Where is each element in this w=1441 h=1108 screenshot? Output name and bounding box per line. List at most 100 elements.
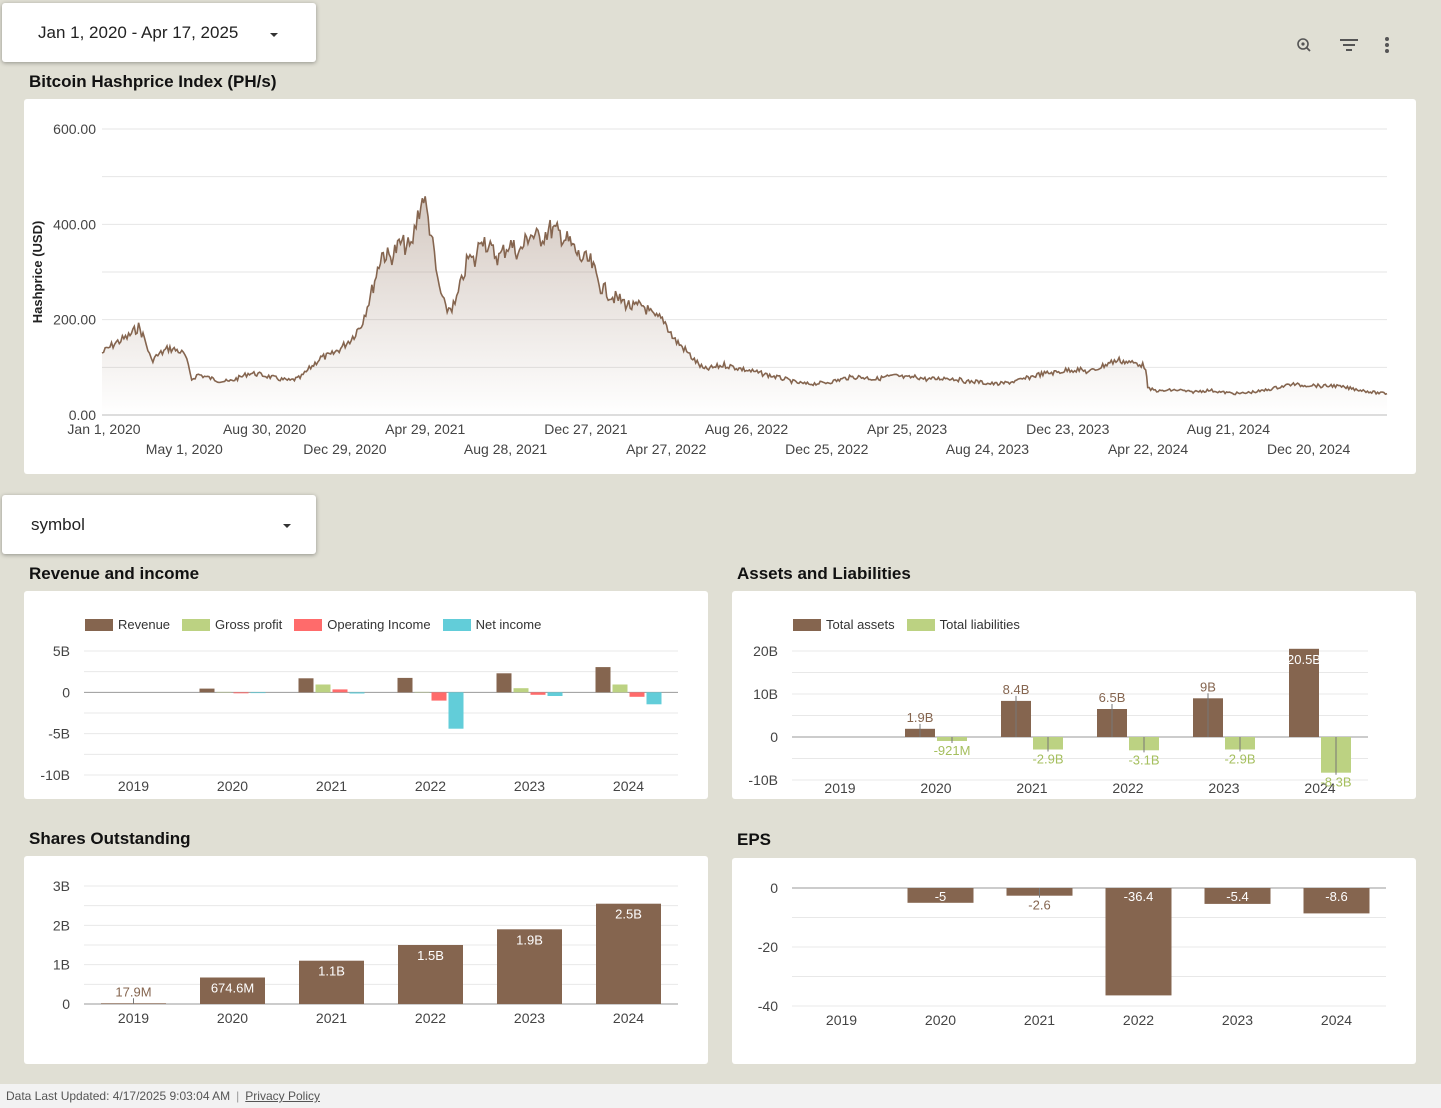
eps-chart: 0 -20 -40 2019 2020 2021 2022 2023 2024 -5 -2.6 -36… bbox=[758, 880, 1386, 1028]
x-tick-label: 2020 bbox=[217, 1010, 248, 1026]
data-label: -5.4 bbox=[1226, 889, 1248, 904]
data-label: 674.6M bbox=[211, 980, 254, 995]
x-tick-label: 2019 bbox=[824, 780, 855, 796]
chevron-down-icon bbox=[283, 524, 291, 528]
bar bbox=[233, 692, 249, 694]
data-label: 1.9B bbox=[516, 932, 543, 947]
hashprice-series-line bbox=[101, 196, 1388, 396]
x-tick-label: 2023 bbox=[1208, 780, 1239, 796]
symbol-filter-label: symbol bbox=[31, 515, 85, 534]
bar bbox=[315, 684, 331, 693]
bar bbox=[298, 678, 314, 693]
bar bbox=[496, 673, 512, 693]
bar bbox=[595, 667, 611, 693]
hashprice-card: 0.00 200.00 400.00 600.00 Hashprice (USD) Jan… bbox=[24, 99, 1416, 474]
legend-item-total-assets: Total assets bbox=[793, 617, 895, 632]
x-tick-label: 2021 bbox=[316, 778, 347, 794]
data-label: -2.6 bbox=[1028, 898, 1050, 913]
shares-title: Shares Outstanding bbox=[29, 829, 191, 848]
data-label: -8.3B bbox=[1320, 775, 1351, 790]
assets-card: 20B 10B 0 -10B 2019 2020 2021 2022 2023 2024 1.9B 8… bbox=[732, 591, 1416, 799]
y-tick-label: 1B bbox=[53, 957, 70, 973]
legend-item-total-liabilities: Total liabilities bbox=[906, 617, 1020, 632]
data-label: 1.9B bbox=[907, 710, 934, 725]
assets-title: Assets and Liabilities bbox=[737, 564, 911, 583]
bar bbox=[530, 692, 546, 695]
x-tick-label: 2019 bbox=[826, 1012, 857, 1028]
x-tick-label: 2020 bbox=[925, 1012, 956, 1028]
x-tick-label: 2023 bbox=[514, 1010, 545, 1026]
x-tick-label: Dec 20, 2024 bbox=[1267, 441, 1350, 457]
footer: Data Last Updated: 4/17/2025 9:03:04 AM … bbox=[0, 1084, 1441, 1108]
x-tick-label: 2022 bbox=[415, 778, 446, 794]
x-tick-label: Apr 22, 2024 bbox=[1108, 441, 1188, 457]
bar bbox=[612, 684, 628, 693]
bar bbox=[629, 692, 645, 697]
legend-item-operating-income: Operating Income bbox=[294, 617, 431, 632]
data-label: 8.4B bbox=[1003, 682, 1030, 697]
hashprice-title: Bitcoin Hashprice Index (PH/s) bbox=[29, 72, 277, 91]
x-tick-label: 2021 bbox=[316, 1010, 347, 1026]
y-tick-label: 0 bbox=[62, 684, 70, 700]
data-label: 17.9M bbox=[115, 984, 151, 999]
chevron-down-icon bbox=[270, 33, 278, 37]
bar bbox=[349, 692, 365, 694]
privacy-policy-link[interactable]: Privacy Policy bbox=[245, 1089, 320, 1103]
bar bbox=[250, 692, 266, 694]
legend-item-revenue: Revenue bbox=[85, 617, 170, 632]
bar bbox=[547, 692, 563, 696]
last-updated: Data Last Updated: 4/17/2025 9:03:04 AM bbox=[6, 1089, 231, 1103]
data-label: 1.5B bbox=[417, 948, 444, 963]
y-axis-title: Hashprice (USD) bbox=[30, 221, 45, 324]
y-tick-label: 0 bbox=[770, 729, 778, 745]
data-label: -5 bbox=[935, 889, 947, 904]
x-tick-label: Apr 27, 2022 bbox=[626, 441, 706, 457]
x-tick-label: 2023 bbox=[1222, 1012, 1253, 1028]
footer-separator: | bbox=[236, 1089, 240, 1103]
x-tick-label: Dec 25, 2022 bbox=[785, 441, 868, 457]
legend-item-net-income: Net income bbox=[442, 617, 541, 632]
shares-chart: 3B 2B 1B 0 2019 2020 2021 2022 2023 2024 17.9M 674.… bbox=[53, 878, 678, 1026]
date-range-picker[interactable]: Jan 1, 2020 - Apr 17, 2025 bbox=[2, 3, 316, 62]
x-tick-label: Aug 21, 2024 bbox=[1187, 421, 1271, 437]
x-tick-label: Dec 23, 2023 bbox=[1026, 421, 1109, 437]
hashprice-chart: 0.00200.00400.00600.00Hashprice (USD)Jan… bbox=[30, 121, 1388, 457]
x-tick-label: Apr 25, 2023 bbox=[867, 421, 947, 437]
legend-item-gross-profit: Gross profit bbox=[182, 617, 282, 632]
x-tick-label: 2020 bbox=[217, 778, 248, 794]
x-tick-label: Aug 24, 2023 bbox=[946, 441, 1030, 457]
filter-icon[interactable] bbox=[1338, 34, 1360, 56]
data-label: 9B bbox=[1200, 679, 1216, 694]
y-tick-label: -10B bbox=[40, 767, 70, 783]
bar bbox=[397, 677, 413, 693]
x-tick-label: 2024 bbox=[613, 778, 644, 794]
bar bbox=[1105, 888, 1172, 996]
x-tick-label: Dec 29, 2020 bbox=[303, 441, 386, 457]
revenue-card: 5B 0 -5B -10B 2019 2020 2021 2022 2023 2024 Reven… bbox=[24, 591, 708, 799]
x-tick-label: 2024 bbox=[1321, 1012, 1352, 1028]
hashprice-area bbox=[102, 196, 1387, 415]
x-tick-label: 2024 bbox=[613, 1010, 644, 1026]
more-vert-icon[interactable] bbox=[1376, 34, 1398, 56]
data-label: -3.1B bbox=[1128, 752, 1159, 767]
data-label: -36.4 bbox=[1124, 889, 1154, 904]
x-tick-label: 2019 bbox=[118, 778, 149, 794]
y-tick-label: 5B bbox=[53, 643, 70, 659]
eps-card: 0 -20 -40 2019 2020 2021 2022 2023 2024 -5 -2.6 -36… bbox=[732, 858, 1416, 1064]
y-tick-label: 2B bbox=[53, 917, 70, 933]
zoom-icon[interactable] bbox=[1293, 34, 1315, 56]
date-range-label: Jan 1, 2020 - Apr 17, 2025 bbox=[38, 23, 239, 42]
data-label: -2.9B bbox=[1032, 751, 1063, 766]
y-tick-label: 200.00 bbox=[53, 312, 96, 328]
y-tick-label: 400.00 bbox=[53, 216, 96, 232]
bar bbox=[448, 692, 464, 729]
x-tick-label: 2020 bbox=[920, 780, 951, 796]
data-label: -921M bbox=[934, 743, 971, 758]
revenue-legend: Revenue Gross profit Operating Income Ne… bbox=[85, 617, 541, 632]
symbol-filter[interactable]: symbol bbox=[2, 495, 316, 554]
data-label: 20.5B bbox=[1287, 652, 1321, 667]
x-tick-label: 2022 bbox=[1123, 1012, 1154, 1028]
eps-title: EPS bbox=[737, 830, 772, 849]
y-tick-label: 10B bbox=[753, 686, 778, 702]
x-tick-label: Dec 27, 2021 bbox=[544, 421, 627, 437]
